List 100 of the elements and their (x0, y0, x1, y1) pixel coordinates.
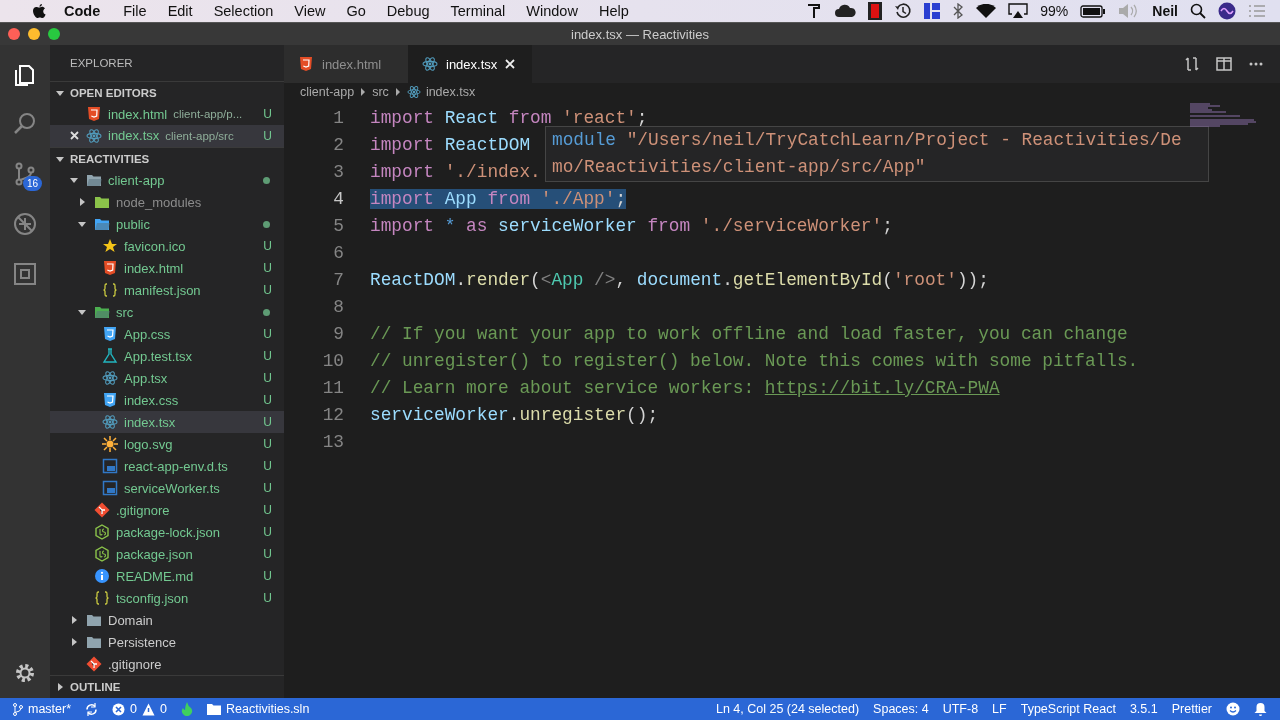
file-name: index.html (124, 260, 184, 276)
tooltip-text: module "/Users/neil/TryCatchLearn/Project - Reactivities/De (552, 129, 1183, 152)
tree-item[interactable]: .gitignore U (50, 499, 284, 522)
cursor-position[interactable]: Ln 4, Col 25 (24 selected) (715, 702, 860, 716)
cloud-icon[interactable] (834, 4, 857, 18)
editor-tab[interactable]: index.html (284, 45, 408, 83)
tree-item[interactable]: Persistence (50, 631, 284, 654)
app-menu[interactable]: Code (64, 3, 101, 19)
tree-item[interactable]: public (50, 213, 284, 236)
solution-indicator[interactable]: Reactivities.sln (207, 702, 310, 716)
flame-icon[interactable] (181, 702, 193, 716)
tree-item[interactable]: src (50, 301, 284, 324)
search-icon[interactable] (1190, 3, 1206, 19)
file-name: public (116, 216, 150, 232)
folder-icon (94, 216, 110, 233)
sync-icon[interactable] (85, 702, 99, 716)
file-name: README.md (116, 568, 194, 584)
airplay-icon[interactable] (1008, 3, 1029, 19)
tree-item[interactable]: index.tsx U (50, 411, 284, 434)
bell-icon[interactable] (1254, 702, 1267, 716)
section-header[interactable]: REACTIVITIES (50, 146, 284, 170)
tree-item[interactable]: App.test.tsx U (50, 345, 284, 368)
tree-item[interactable]: index.css U (50, 389, 284, 412)
menu-item[interactable]: Debug (386, 3, 430, 19)
menu-item[interactable]: File (123, 3, 147, 19)
siri-icon[interactable] (1218, 2, 1236, 20)
encoding[interactable]: UTF-8 (942, 702, 979, 716)
menu-item[interactable]: Go (346, 3, 366, 19)
file-path: client-app/p... (173, 108, 244, 121)
breadcrumb[interactable]: index.tsx (406, 85, 476, 99)
tree-item[interactable]: manifest.json U (50, 279, 284, 302)
file-name: App.tsx (124, 370, 168, 386)
file-name: package.json (116, 546, 193, 562)
apple-icon[interactable] (32, 3, 46, 19)
user-name[interactable]: Neil (1152, 3, 1178, 19)
problems-indicator[interactable]: 0 0 (112, 702, 167, 716)
tree-item[interactable]: client-app (50, 169, 284, 192)
section-header[interactable]: OUTLINE (50, 675, 284, 698)
battery-icon[interactable] (1080, 4, 1107, 18)
tree-item[interactable]: react-app-env.d.ts U (50, 455, 284, 478)
indentation[interactable]: Spaces: 4 (873, 702, 929, 716)
chevron-icon (78, 198, 86, 207)
formatter[interactable]: Prettier (1171, 702, 1212, 716)
typescript-version[interactable]: 3.5.1 (1129, 702, 1158, 716)
badge: 16 (22, 176, 42, 191)
bluetooth-icon[interactable] (952, 3, 965, 19)
tree-item[interactable]: App.tsx U (50, 367, 284, 390)
menu-item[interactable]: Edit (167, 3, 193, 19)
menu-item[interactable]: Help (598, 3, 629, 19)
tree-item[interactable]: serviceWorker.ts U (50, 477, 284, 500)
menu-item[interactable]: Terminal (450, 3, 506, 19)
chevron-icon (70, 176, 78, 185)
breadcrumb[interactable]: src (372, 85, 389, 99)
menu-item[interactable]: View (294, 3, 326, 19)
line-number: 12 (321, 404, 344, 425)
css-file-icon (102, 326, 118, 343)
section-header[interactable]: OPEN EDITORS (50, 81, 284, 104)
git-status: U (263, 569, 272, 584)
open-editor-item[interactable]: index.html client-app/p... U (50, 103, 284, 126)
zoom-window-button[interactable] (48, 28, 60, 40)
history-icon[interactable] (894, 2, 913, 20)
close-icon[interactable] (505, 59, 516, 69)
tree-item[interactable]: index.html U (50, 257, 284, 280)
breadcrumb[interactable]: client-app (300, 85, 355, 99)
html-file-icon (102, 260, 118, 277)
git-status: U (263, 107, 272, 122)
open-editor-item[interactable]: index.tsx client-app/src U (50, 125, 284, 147)
compare-icon[interactable] (1184, 56, 1200, 72)
editor-tab[interactable]: index.tsx (408, 45, 532, 83)
tree-item[interactable]: favicon.ico U (50, 235, 284, 258)
film-icon[interactable] (868, 2, 883, 20)
extensions-icon (12, 261, 38, 287)
menu-item[interactable]: Selection (213, 3, 274, 19)
tree-item[interactable]: package-lock.json U (50, 521, 284, 544)
line-ending[interactable]: LF (992, 702, 1007, 716)
smiley-icon[interactable] (1226, 702, 1240, 716)
folder-icon (86, 172, 102, 189)
close-icon[interactable] (70, 131, 79, 141)
code-line: // unregister() to register() below. Note this comes with some pitfalls. (370, 350, 1139, 371)
wifi-icon[interactable] (976, 3, 997, 19)
split-editor-icon[interactable] (1216, 56, 1232, 72)
minimize-window-button[interactable] (28, 28, 40, 40)
chevron-icon (56, 154, 64, 163)
tree-item[interactable]: package.json U (50, 543, 284, 566)
sidebar-title: EXPLORER (69, 56, 134, 71)
tree-item[interactable]: README.md U (50, 565, 284, 588)
tree-item[interactable]: tsconfig.json U (50, 587, 284, 610)
language-mode[interactable]: TypeScript React (1020, 702, 1116, 716)
menu-item[interactable]: Window (526, 3, 578, 19)
git-status: U (263, 349, 272, 364)
activity-item[interactable]: 16 (0, 149, 50, 199)
tree-item[interactable]: Domain (50, 609, 284, 632)
grid-icon[interactable] (924, 3, 941, 19)
tree-item[interactable]: node_modules (50, 191, 284, 214)
tree-item[interactable]: App.css U (50, 323, 284, 346)
tree-item[interactable]: logo.svg U (50, 433, 284, 456)
tree-item[interactable]: .gitignore (50, 653, 284, 676)
branch-indicator[interactable]: master* (13, 702, 72, 716)
test-file-icon (102, 348, 118, 365)
close-window-button[interactable] (8, 28, 20, 40)
